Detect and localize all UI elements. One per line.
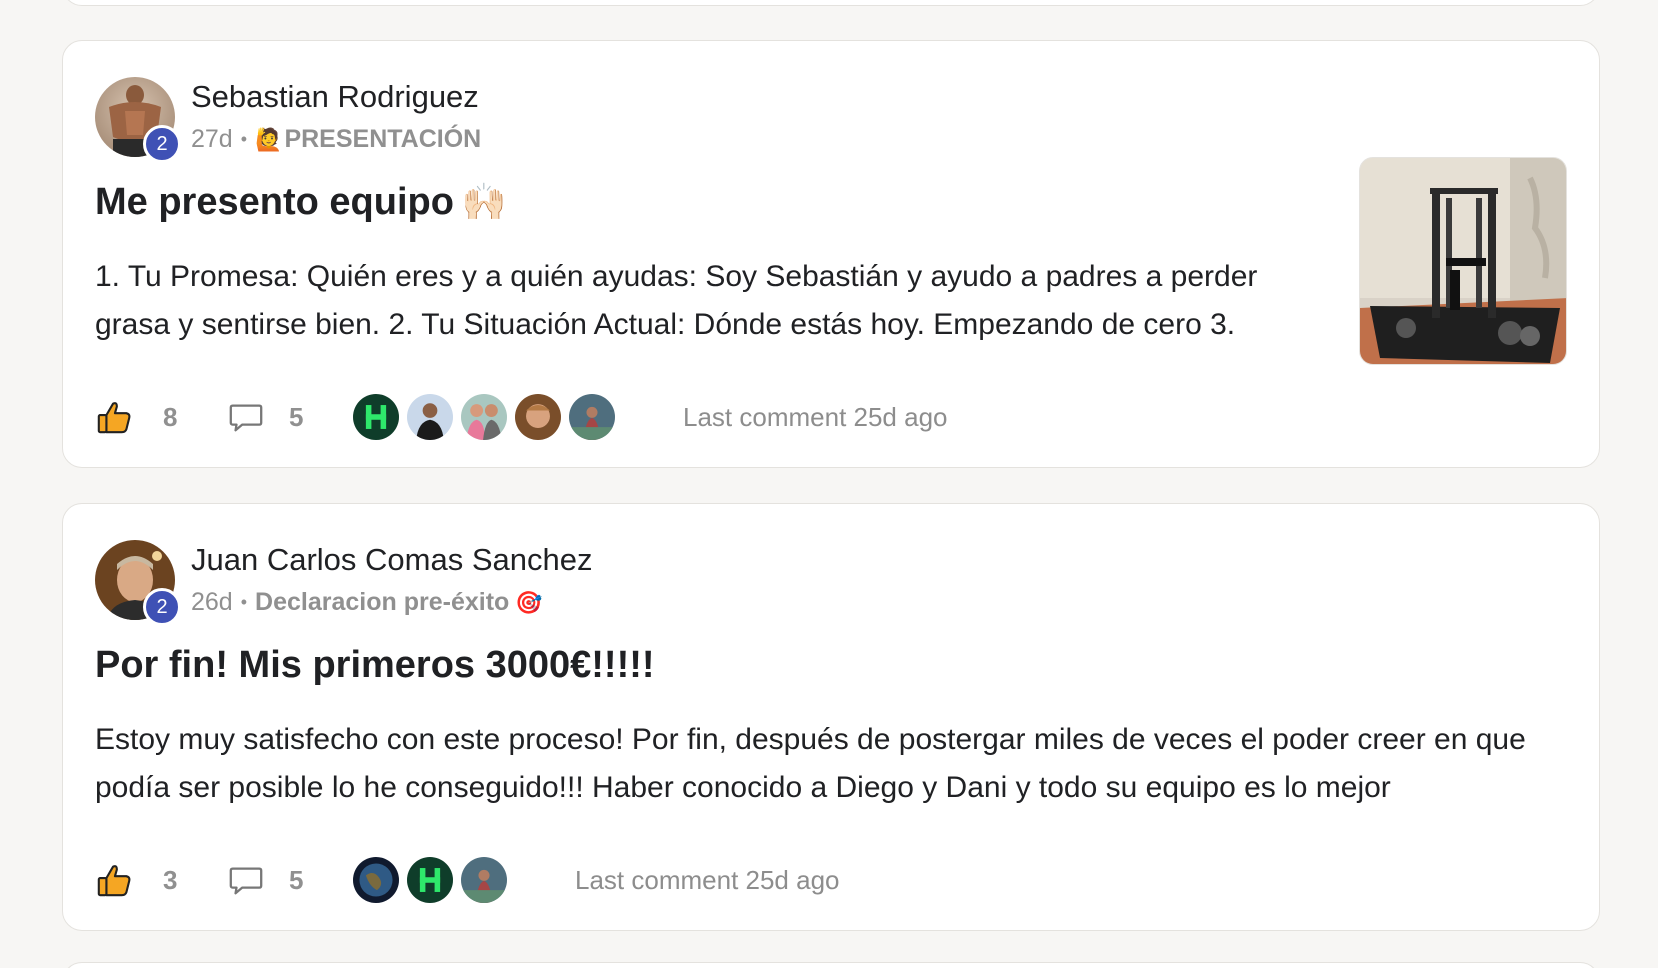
post-thumbnail[interactable] <box>1359 157 1567 365</box>
post-actions: 8 5 Last comment 25d ago <box>95 389 1295 445</box>
commenter-avatar[interactable] <box>567 392 617 442</box>
commenter-avatar[interactable] <box>459 392 509 442</box>
recent-commenters <box>351 855 513 905</box>
like-button[interactable]: 3 <box>95 852 177 908</box>
community-feed: 2 Sebastian Rodriguez 27d • 🙋 PRESENTACI… <box>0 0 1658 968</box>
commenter-avatar[interactable] <box>513 392 563 442</box>
recent-commenters <box>351 392 621 442</box>
commenter-avatar[interactable] <box>405 392 455 442</box>
thumbs-up-icon <box>97 865 131 897</box>
post-title[interactable]: Me presento equipo 🙌🏻 <box>95 181 507 224</box>
post-title-text: Me presento equipo <box>95 181 454 223</box>
commenter-avatar[interactable] <box>351 855 401 905</box>
commenter-avatar[interactable] <box>405 855 455 905</box>
like-button[interactable]: 8 <box>95 389 177 445</box>
author-avatar[interactable]: 2 <box>95 77 181 163</box>
author-avatar[interactable]: 2 <box>95 540 181 626</box>
post-author: 2 Juan Carlos Comas Sanchez 26d • Declar… <box>95 540 895 626</box>
post-author: 2 Sebastian Rodriguez 27d • 🙋 PRESENTACI… <box>95 77 895 163</box>
post-category[interactable]: PRESENTACIÓN <box>284 125 481 154</box>
post-age: 27d <box>191 125 233 153</box>
commenter-avatar[interactable] <box>459 855 509 905</box>
comment-bubble-icon <box>229 867 263 895</box>
comment-button[interactable]: 5 <box>227 389 303 445</box>
like-count: 3 <box>163 864 178 895</box>
post-card[interactable]: 2 Juan Carlos Comas Sanchez 26d • Declar… <box>62 503 1600 931</box>
like-count: 8 <box>163 401 178 432</box>
post-category[interactable]: Declaracion pre-éxito <box>255 588 509 617</box>
post-body[interactable]: Estoy muy satisfecho con este proceso! P… <box>95 716 1565 812</box>
post-card[interactable]: 2 Sebastian Rodriguez 27d • 🙋 PRESENTACI… <box>62 40 1600 468</box>
post-age: 26d <box>191 588 233 616</box>
meta-separator: • <box>240 592 248 612</box>
comment-button[interactable]: 5 <box>227 852 303 908</box>
post-meta: 26d • Declaracion pre-éxito 🎯 <box>191 588 543 617</box>
previous-post-card[interactable] <box>62 0 1600 6</box>
post-body[interactable]: 1. Tu Promesa: Quién eres y a quién ayud… <box>95 253 1275 349</box>
last-comment-time: Last comment 25d ago <box>575 865 840 895</box>
comment-bubble-icon <box>229 404 263 432</box>
post-meta: 27d • 🙋 PRESENTACIÓN <box>191 125 481 154</box>
category-emoji: 🙋 <box>255 126 283 152</box>
level-badge: 2 <box>143 125 181 163</box>
raised-hands-emoji: 🙌🏻 <box>461 181 507 222</box>
author-name[interactable]: Juan Carlos Comas Sanchez <box>191 542 592 578</box>
meta-separator: • <box>240 129 248 149</box>
last-comment-time: Last comment 25d ago <box>683 402 948 432</box>
commenter-avatar[interactable] <box>351 392 401 442</box>
gym-rack-image <box>1360 158 1566 364</box>
post-title[interactable]: Por fin! Mis primeros 3000€!!!!! <box>95 644 655 687</box>
level-badge: 2 <box>143 588 181 626</box>
post-actions: 3 5 Last comment 25d ago <box>95 852 1295 908</box>
thumbs-up-icon <box>97 402 131 434</box>
target-emoji: 🎯 <box>515 589 543 615</box>
comment-count: 5 <box>289 401 304 432</box>
author-name[interactable]: Sebastian Rodriguez <box>191 79 479 115</box>
comment-count: 5 <box>289 864 304 895</box>
next-post-card[interactable] <box>62 962 1600 968</box>
